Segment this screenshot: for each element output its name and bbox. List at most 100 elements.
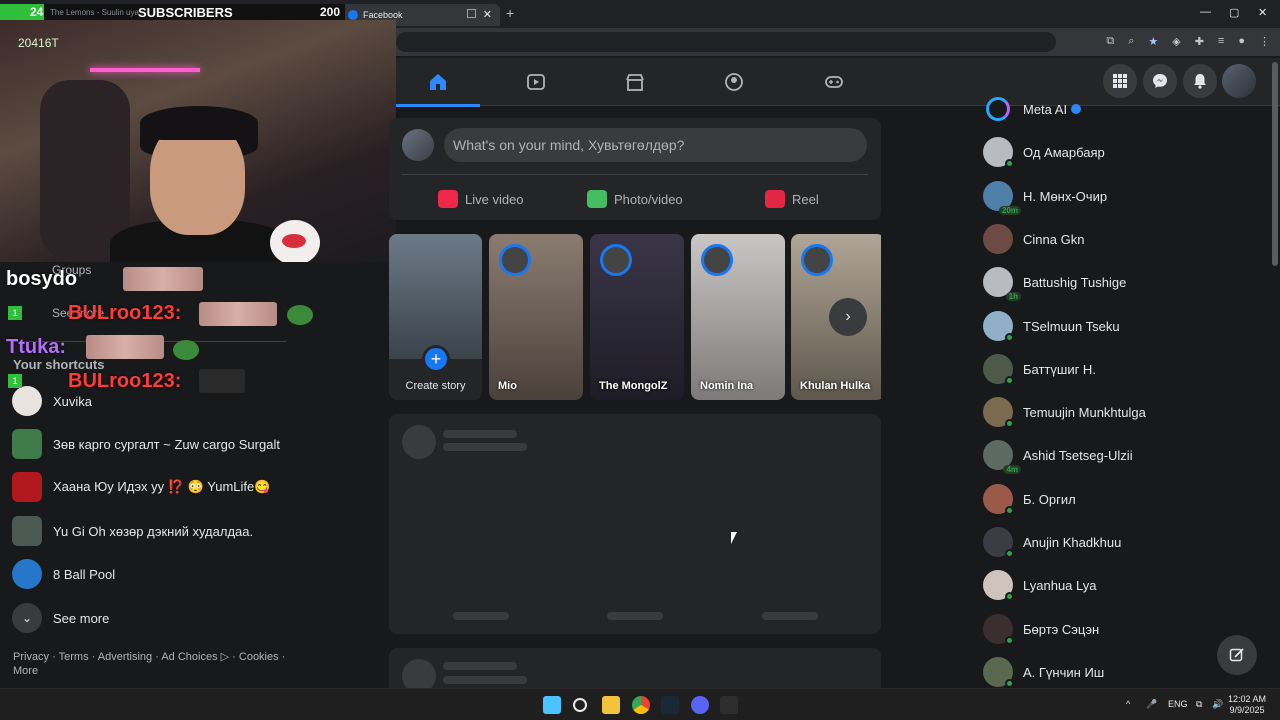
contact-item[interactable]: Lyanhua Lya: [983, 565, 1243, 605]
contact-item[interactable]: 4m Ashid Tsetseg-Ulzii: [983, 435, 1243, 475]
streamer-fringe: [140, 106, 258, 140]
clock[interactable]: 12:02 AM 9/9/2025: [1222, 694, 1272, 716]
nav-gaming-tab[interactable]: [792, 58, 876, 106]
chat-username: BULroo123:: [68, 302, 182, 324]
cast-icon[interactable]: ⧉: [1106, 35, 1114, 48]
tab-media-icon: [467, 9, 476, 18]
new-message-button[interactable]: [1217, 635, 1257, 675]
shortcut-avatar-icon: [12, 429, 42, 459]
footer-links[interactable]: Privacy · Terms · Advertising · Ad Choic…: [13, 650, 303, 678]
shortcut-item[interactable]: Зөв карго сургалт ~ Zuw cargo Surgalt: [12, 426, 382, 462]
browser-toolbar: ⧉ ⌕ ★ ◈ ✚ ≡ ● ⋮: [1106, 35, 1270, 48]
microphone-icon[interactable]: 🎤: [1146, 699, 1157, 710]
skeleton-line: [443, 430, 517, 438]
media-icon[interactable]: ≡: [1218, 35, 1224, 48]
chat-emote: [86, 335, 164, 359]
contact-item[interactable]: Од Амарбаяр: [983, 132, 1243, 172]
language-indicator[interactable]: ENG: [1168, 699, 1188, 709]
whats-on-your-mind-input[interactable]: What's on your mind, Хувьтөгөлдөр?: [444, 128, 867, 162]
nav-groups-tab[interactable]: [692, 58, 776, 106]
shortcut-avatar-icon: [12, 472, 42, 502]
live-video-button[interactable]: Live video: [438, 184, 524, 214]
story-name: The MongolZ: [599, 380, 668, 392]
contact-item[interactable]: Anujin Khadkhuu: [983, 522, 1243, 562]
bookmark-star-icon[interactable]: ★: [1148, 35, 1158, 48]
last-active-badge: 4m: [1003, 465, 1021, 474]
shortcut-avatar-icon: [12, 516, 42, 546]
contact-item[interactable]: Баттүшиг Н.: [983, 349, 1243, 389]
contact-avatar: [983, 614, 1014, 645]
compose-icon: [1229, 648, 1244, 662]
online-status-icon: [1005, 592, 1014, 601]
contact-item[interactable]: 20m Н. Мөнх-Очир: [983, 176, 1243, 216]
chrome-icon[interactable]: [632, 696, 650, 714]
shortcut-label: Xuvika: [53, 393, 93, 409]
shortcut-item[interactable]: Хаана Юу Идэх уу ⁉️ 😳 YumLife😋: [12, 469, 382, 505]
obs-icon[interactable]: [720, 696, 738, 714]
contact-item[interactable]: Бөртэ Сэцэн: [983, 609, 1243, 649]
skeleton-line: [443, 662, 517, 670]
story-avatar: [801, 244, 833, 276]
steam-icon[interactable]: [661, 696, 679, 714]
profile-icon[interactable]: ●: [1238, 35, 1245, 48]
create-story-card[interactable]: + Create story: [389, 234, 482, 400]
chat-emote: [199, 302, 277, 326]
url-input[interactable]: [396, 32, 1056, 52]
contact-name: Н. Мөнх-Очир: [1023, 188, 1108, 204]
tab-close-icon[interactable]: ✕: [483, 8, 492, 21]
extension-icon[interactable]: ◈: [1172, 35, 1180, 48]
nav-video-tab[interactable]: [494, 58, 578, 106]
file-explorer-icon[interactable]: [602, 696, 620, 714]
skeleton-action: [607, 612, 663, 620]
network-icon[interactable]: ⧉: [1196, 699, 1202, 710]
nav-marketplace-tab[interactable]: [593, 58, 677, 106]
chat-badge-icon: 1: [8, 306, 22, 320]
webcam-feed: [0, 20, 396, 262]
start-icon[interactable]: [543, 696, 561, 714]
contact-item[interactable]: Б. Оргил: [983, 479, 1243, 519]
contact-item[interactable]: Meta AI: [983, 89, 1243, 129]
story-name: Khulan Hulka: [800, 380, 871, 392]
puzzle-icon[interactable]: ✚: [1195, 35, 1204, 48]
photo-video-button[interactable]: Photo/video: [587, 184, 683, 214]
contact-item[interactable]: TSelmuun Tseku: [983, 306, 1243, 346]
reel-label: Reel: [792, 191, 819, 207]
see-more-button[interactable]: ⌄ See more: [12, 600, 382, 636]
contact-name: Cinna Gkn: [1023, 231, 1085, 247]
skeleton-line: [443, 676, 527, 684]
story-card[interactable]: Mio: [489, 234, 583, 400]
chat-emote: [199, 369, 245, 393]
tray-chevron-icon[interactable]: ^: [1126, 699, 1130, 709]
reel-button[interactable]: Reel: [765, 184, 819, 214]
contact-item[interactable]: Temuujin Munkhtulga: [983, 392, 1243, 432]
menu-kebab-icon[interactable]: ⋮: [1259, 35, 1270, 48]
shortcut-item[interactable]: 8 Ball Pool: [12, 556, 382, 592]
contact-name: Бөртэ Сэцэн: [1023, 621, 1100, 637]
marketplace-icon: [626, 74, 644, 91]
story-name: Mio: [498, 380, 517, 392]
discord-icon[interactable]: [691, 696, 709, 714]
contact-item[interactable]: 1h Battushig Tushige: [983, 262, 1243, 302]
stories-next-chevron-icon[interactable]: ›: [829, 298, 867, 336]
close-window-button[interactable]: ✕: [1258, 6, 1267, 19]
mouse-cursor-icon: [731, 532, 737, 544]
story-card[interactable]: The MongolZ: [590, 234, 684, 400]
skeleton-action: [453, 612, 509, 620]
minimize-button[interactable]: —: [1200, 6, 1211, 18]
photo-video-icon: [587, 190, 607, 208]
new-tab-button[interactable]: +: [506, 5, 514, 21]
contact-name: А. Гүнчин Иш: [1023, 664, 1105, 680]
contact-item[interactable]: Cinna Gkn: [983, 219, 1243, 259]
last-active-badge: 1h: [1005, 292, 1021, 301]
story-card[interactable]: Nomin Ina: [691, 234, 785, 400]
maximize-button[interactable]: ▢: [1229, 6, 1239, 19]
contact-item[interactable]: А. Гүнчин Иш: [983, 652, 1243, 692]
nav-home-tab[interactable]: [396, 58, 480, 107]
zoom-icon[interactable]: ⌕: [1128, 35, 1134, 48]
home-icon: [430, 74, 446, 90]
photo-video-label: Photo/video: [614, 191, 683, 207]
shortcut-item[interactable]: Yu Gi Oh хөзөр дэкний худалдаа.: [12, 513, 382, 549]
contacts-scrollbar[interactable]: [1272, 62, 1278, 266]
create-story-image: [389, 234, 482, 359]
search-icon[interactable]: [573, 698, 587, 712]
